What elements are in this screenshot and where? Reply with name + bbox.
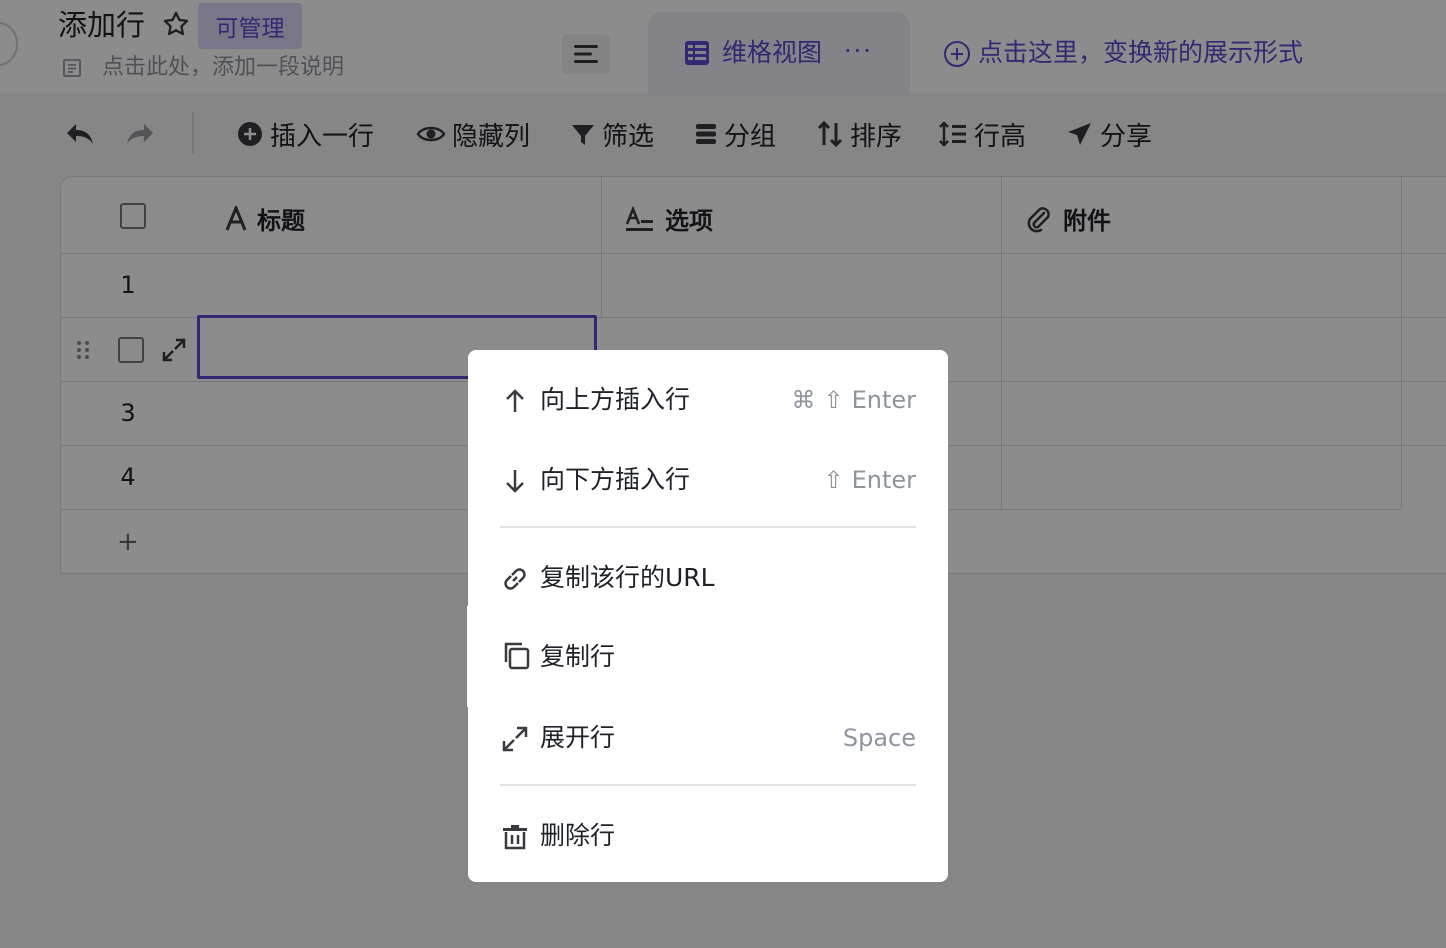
menu-item-label: 复制行 <box>540 642 616 671</box>
trash-icon <box>503 825 527 850</box>
shift-key-icon: ⇧ <box>823 386 844 414</box>
copy-icon <box>504 642 530 670</box>
shortcut-key: Enter <box>851 466 916 494</box>
link-icon <box>504 568 526 590</box>
menu-divider <box>500 784 916 786</box>
arrow-down-icon <box>506 470 524 493</box>
menu-item-shortcut: ⇧ Enter <box>823 463 916 497</box>
menu-item-label: 向上方插入行 <box>540 385 691 414</box>
menu-item-insert-above[interactable]: 向上方插入行 ⌘ ⇧ Enter <box>468 360 948 440</box>
menu-item-label: 复制该行的URL <box>540 563 715 592</box>
shortcut-key: Space <box>842 724 916 752</box>
arrow-up-icon <box>506 389 524 412</box>
command-key-icon: ⌘ <box>791 386 816 414</box>
menu-item-duplicate-row[interactable] <box>467 606 940 707</box>
shift-key-icon: ⇧ <box>823 466 844 494</box>
menu-item-expand-row[interactable]: 展开行 Space <box>468 698 948 778</box>
menu-item-label: 展开行 <box>540 723 616 752</box>
menu-item-insert-below[interactable]: 向下方插入行 ⇧ Enter <box>468 440 948 520</box>
menu-item-shortcut: ⌘ ⇧ Enter <box>791 383 916 417</box>
menu-divider <box>500 526 916 528</box>
expand-icon <box>502 726 528 752</box>
menu-item-label: 向下方插入行 <box>540 465 691 494</box>
shortcut-key: Enter <box>851 386 916 414</box>
menu-item-delete-row[interactable]: 删除行 <box>468 796 948 876</box>
menu-item-label: 删除行 <box>540 821 616 850</box>
menu-item-shortcut: Space <box>843 721 916 755</box>
